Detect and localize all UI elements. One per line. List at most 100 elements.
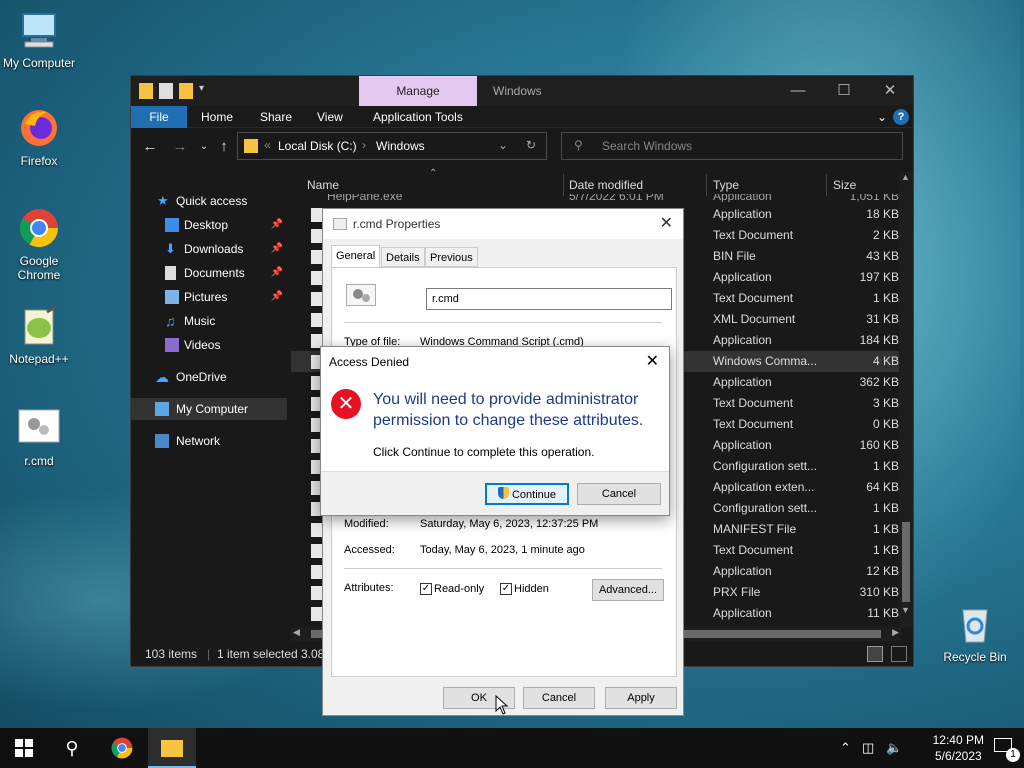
start-button[interactable] — [0, 728, 48, 768]
tab-home[interactable]: Home — [191, 106, 243, 128]
tab-general[interactable]: General — [331, 245, 381, 268]
refresh-icon[interactable]: ↻ — [526, 138, 536, 152]
advanced-button[interactable]: Advanced... — [592, 579, 664, 601]
column-header-type[interactable]: Type — [713, 175, 739, 195]
chevron-down-icon[interactable]: ▾ — [199, 83, 213, 99]
desktop-icon-my-computer[interactable]: My Computer — [0, 8, 78, 70]
file-type: Application — [713, 438, 772, 452]
file-type: Configuration sett... — [713, 459, 818, 473]
nav-onedrive[interactable]: ☁ OneDrive — [131, 366, 287, 388]
tab-file[interactable]: File — [131, 106, 187, 128]
dialog-footer: Continue Cancel — [321, 471, 669, 515]
search-box[interactable]: ⚲ Search Windows — [561, 132, 903, 160]
desktop-icon-rcmd[interactable]: r.cmd — [0, 406, 78, 468]
nav-videos[interactable]: Videos — [131, 334, 287, 356]
pin-icon: 📌 — [270, 291, 283, 302]
dialog-title-bar: r.cmd Properties ✕ — [323, 209, 683, 239]
checkbox-icon[interactable] — [159, 83, 173, 99]
nav-pictures[interactable]: Pictures 📌 — [131, 286, 287, 308]
column-header-date[interactable]: Date modified — [569, 175, 643, 195]
table-row[interactable]: HelpPane.exe 5/7/2022 6:01 PM Applicatio… — [291, 194, 901, 202]
nav-my-computer[interactable]: My Computer — [131, 398, 287, 420]
modified-value: Saturday, May 6, 2023, 12:37:25 PM — [420, 518, 599, 530]
breadcrumb-windows[interactable]: Windows — [376, 139, 425, 153]
clock[interactable]: 12:40 PM 5/6/2023 — [933, 732, 984, 764]
cancel-button[interactable]: Cancel — [577, 483, 661, 505]
file-size: 18 KB — [866, 207, 899, 221]
minimize-button[interactable]: — — [775, 76, 821, 106]
network-icon[interactable]: ◫ — [862, 728, 874, 768]
tab-application-tools[interactable]: Application Tools — [363, 106, 473, 128]
help-icon[interactable]: ? — [893, 109, 909, 125]
file-size: 11 KB — [867, 606, 899, 620]
vertical-scrollbar[interactable]: ▲ ▼ — [899, 172, 913, 627]
title-bar: ▾ Manage Windows — ☐ ✕ — [131, 76, 913, 106]
large-icons-view-icon[interactable] — [891, 646, 907, 662]
tab-manage[interactable]: Manage — [359, 76, 477, 106]
scrollbar-thumb[interactable] — [902, 522, 910, 602]
file-size: 1 KB — [872, 459, 899, 473]
access-denied-dialog: Access Denied ✕ ✕ You will need to provi… — [320, 346, 670, 516]
hidden-checkbox[interactable]: ✓ — [500, 583, 512, 595]
readonly-checkbox[interactable]: ✓ — [420, 583, 432, 595]
close-button[interactable]: ✕ — [867, 76, 913, 106]
download-icon: ⬇ — [165, 241, 176, 256]
close-button[interactable]: ✕ — [646, 347, 659, 377]
tab-previous-versions[interactable]: Previous Versions — [425, 247, 478, 284]
forward-button[interactable]: → — [169, 136, 191, 158]
maximize-button[interactable]: ☐ — [821, 76, 867, 106]
nav-network[interactable]: Network — [131, 430, 287, 452]
tab-details[interactable]: Details — [381, 247, 425, 267]
filename-field[interactable]: r.cmd — [426, 288, 672, 310]
document-icon — [165, 266, 176, 280]
cmd-file-icon — [17, 406, 61, 450]
continue-label: Continue — [511, 489, 557, 501]
continue-button[interactable]: Continue — [485, 483, 569, 505]
search-placeholder: Search Windows — [602, 139, 693, 153]
search-button[interactable]: ⚲ — [48, 728, 96, 768]
chevron-up-icon[interactable]: ⌃ — [840, 728, 851, 768]
volume-icon[interactable]: 🔈 — [886, 728, 902, 768]
desktop-icon-notepadpp[interactable]: Notepad++ — [0, 304, 78, 366]
details-view-icon[interactable] — [867, 646, 883, 662]
scroll-down-icon[interactable]: ▼ — [901, 605, 910, 615]
recent-locations-button[interactable]: ⌄ — [193, 136, 215, 158]
taskbar-chrome[interactable] — [98, 728, 146, 768]
status-divider: | — [207, 647, 211, 661]
chevron-down-icon[interactable]: ⌄ — [498, 138, 508, 152]
up-button[interactable]: ↑ — [213, 136, 235, 158]
breadcrumb-separator: « — [264, 138, 271, 152]
notification-button[interactable]: 1 — [994, 738, 1020, 762]
nav-desktop[interactable]: Desktop 📌 — [131, 214, 287, 236]
cancel-button[interactable]: Cancel — [523, 687, 595, 709]
recycle-bin-icon — [953, 602, 997, 646]
address-bar[interactable]: « Local Disk (C:) › Windows ⌄ ↻ — [237, 132, 547, 160]
nav-quick-access[interactable]: ★ Quick access — [131, 190, 287, 212]
desktop-icon-chrome[interactable]: Google Chrome — [0, 206, 78, 282]
tab-view[interactable]: View — [307, 106, 353, 128]
taskbar-file-explorer[interactable] — [148, 728, 196, 768]
close-button[interactable]: ✕ — [660, 209, 673, 239]
column-header-size[interactable]: Size — [833, 175, 856, 195]
file-type: BIN File — [713, 249, 756, 263]
tab-share[interactable]: Share — [250, 106, 302, 128]
desktop-icon-firefox[interactable]: Firefox — [0, 106, 78, 168]
error-message: You will need to provide administrator p… — [373, 391, 644, 429]
folder-icon[interactable] — [179, 83, 193, 99]
column-header-name[interactable]: Name — [307, 175, 339, 195]
breadcrumb-local-disk[interactable]: Local Disk (C:) — [278, 139, 357, 153]
nav-documents[interactable]: Documents 📌 — [131, 262, 287, 284]
search-icon: ⚲ — [574, 138, 583, 152]
nav-downloads[interactable]: ⬇ Downloads 📌 — [131, 238, 287, 260]
sort-arrow-icon: ⌃ — [429, 168, 438, 179]
scroll-left-icon[interactable]: ◀ — [293, 627, 300, 638]
apply-button[interactable]: Apply — [605, 687, 677, 709]
folder-icon[interactable] — [139, 83, 153, 99]
scroll-right-icon[interactable]: ▶ — [892, 627, 899, 638]
desktop-icon-recycle-bin[interactable]: Recycle Bin — [936, 602, 1014, 664]
cloud-icon: ☁ — [155, 369, 169, 385]
nav-music[interactable]: ♫ Music — [131, 310, 287, 332]
scroll-up-icon[interactable]: ▲ — [901, 172, 910, 182]
modified-label: Modified: — [344, 518, 389, 530]
back-button[interactable]: ← — [139, 136, 161, 158]
